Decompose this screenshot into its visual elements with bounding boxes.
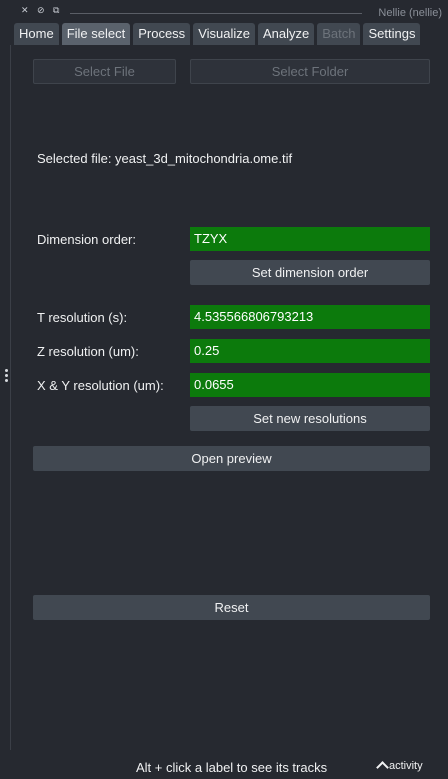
xy-resolution-label: X & Y resolution (um): — [37, 378, 164, 393]
file-select-panel: Select File Select Folder Selected file:… — [10, 45, 448, 750]
tab-file-select[interactable]: File select — [61, 23, 131, 45]
tab-home[interactable]: Home — [14, 23, 59, 45]
activity-toggle[interactable]: activity — [376, 760, 423, 774]
float-icon[interactable]: ⊘ — [37, 5, 45, 15]
close-icon[interactable]: ✕ — [21, 5, 29, 15]
z-resolution-label: Z resolution (um): — [37, 344, 139, 359]
dock-title-bar: ✕ ⊘ ⧉ Nellie (nellie) — [0, 0, 448, 22]
t-resolution-label: T resolution (s): — [37, 310, 128, 325]
dock-icon[interactable]: ⧉ — [53, 5, 59, 15]
tab-visualize[interactable]: Visualize — [193, 23, 255, 45]
tab-batch: Batch — [317, 23, 361, 45]
status-bar: Alt + click a label to see its tracks ac… — [0, 752, 448, 779]
select-folder-button: Select Folder — [190, 59, 430, 84]
t-resolution-input[interactable]: 4.535566806793213 — [190, 305, 430, 329]
drag-handle-icon[interactable] — [5, 369, 9, 387]
selected-file-text: Selected file: yeast_3d_mitochondria.ome… — [37, 151, 293, 166]
tab-settings[interactable]: Settings — [363, 23, 421, 45]
tab-bar: Home File select Process Visualize Analy… — [14, 23, 421, 45]
open-preview-button[interactable]: Open preview — [33, 446, 430, 471]
window-title: Nellie (nellie) — [378, 7, 442, 19]
select-file-button: Select File — [33, 59, 176, 84]
reset-button[interactable]: Reset — [33, 595, 430, 620]
activity-label: activity — [389, 760, 423, 772]
set-resolutions-button[interactable]: Set new resolutions — [190, 406, 430, 431]
z-resolution-input[interactable]: 0.25 — [190, 339, 430, 363]
title-divider — [70, 13, 362, 14]
dimension-order-input[interactable]: TZYX — [190, 227, 430, 251]
tab-process[interactable]: Process — [133, 23, 191, 45]
dimension-order-label: Dimension order: — [37, 232, 136, 247]
xy-resolution-input[interactable]: 0.0655 — [190, 373, 430, 397]
set-dimension-order-button[interactable]: Set dimension order — [190, 260, 430, 285]
chevron-up-icon — [376, 761, 389, 774]
status-hint: Alt + click a label to see its tracks — [136, 760, 328, 775]
tab-analyze[interactable]: Analyze — [257, 23, 315, 45]
